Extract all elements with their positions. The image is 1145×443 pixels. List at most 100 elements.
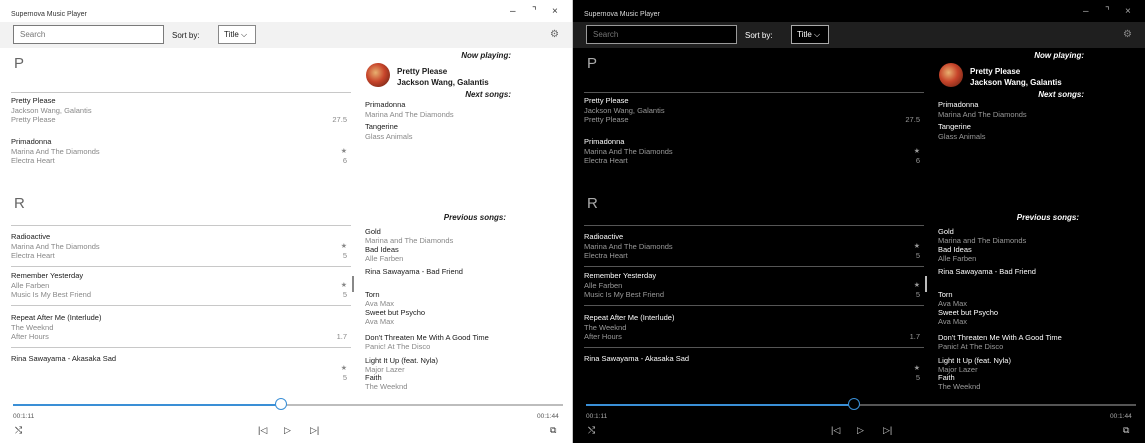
song-row[interactable]: Remember Yesterday Alle Farben Music Is … <box>11 271 351 309</box>
previous-song-artist: The Weeknd <box>938 382 981 391</box>
maximize-button[interactable]: ⌝ <box>1105 6 1110 17</box>
progress-thumb[interactable] <box>847 398 860 410</box>
song-row[interactable]: Pretty Please Jackson Wang, Galantis Pre… <box>11 96 351 134</box>
song-title: Rina Sawayama - Akasaka Sad <box>11 354 117 363</box>
play-icon[interactable]: ▷ <box>284 425 291 436</box>
shuffle-icon[interactable]: ⤭ <box>15 425 22 436</box>
song-artist: Jackson Wang, Galantis <box>11 106 92 115</box>
song-row[interactable]: Rina Sawayama - Akasaka Sad ★ 5 <box>11 354 351 392</box>
previous-song-title[interactable]: Torn <box>365 290 380 299</box>
gear-icon[interactable]: ⚙ <box>1123 29 1132 40</box>
search-input[interactable] <box>13 25 164 44</box>
group-letter-header[interactable]: R <box>587 195 598 212</box>
close-button[interactable]: × <box>552 6 558 17</box>
previous-song-title[interactable]: Faith <box>938 373 955 382</box>
star-icon[interactable]: ★ <box>341 364 347 372</box>
minimize-button[interactable]: – <box>510 6 516 17</box>
star-icon[interactable]: ★ <box>341 242 347 250</box>
song-artist: The Weeknd <box>584 323 627 332</box>
previous-song-artist: Marina and The Diamonds <box>938 236 1027 245</box>
next-icon[interactable]: ▷| <box>310 425 319 436</box>
now-playing-title: Pretty Please <box>397 67 448 76</box>
previous-song-title[interactable]: Don't Threaten Me With A Good Time <box>938 333 1062 342</box>
minimize-button[interactable]: – <box>1083 6 1089 17</box>
song-album: Music Is My Best Friend <box>11 290 92 299</box>
previous-song-title[interactable]: Sweet but Psycho <box>365 308 425 317</box>
previous-song-title[interactable]: Bad Ideas <box>938 245 972 254</box>
star-icon[interactable]: ★ <box>914 147 920 155</box>
next-song-title[interactable]: Primadonna <box>938 100 978 109</box>
next-song-title[interactable]: Tangerine <box>365 122 398 131</box>
star-icon[interactable]: ★ <box>914 281 920 289</box>
previous-song-title[interactable]: Light It Up (feat. Nyla) <box>938 356 1011 365</box>
search-input[interactable] <box>586 25 737 44</box>
miniplayer-icon[interactable]: ⧉ <box>550 425 556 436</box>
previous-song-title[interactable]: Rina Sawayama - Bad Friend <box>938 267 1036 276</box>
song-score: 1.7 <box>336 332 347 341</box>
previous-song-title[interactable]: Light It Up (feat. Nyla) <box>365 356 438 365</box>
previous-icon[interactable]: |◁ <box>258 425 267 436</box>
next-icon[interactable]: ▷| <box>883 425 892 436</box>
maximize-button[interactable]: ⌝ <box>532 6 537 17</box>
song-album: After Hours <box>584 332 622 341</box>
previous-song-title[interactable]: Rina Sawayama - Bad Friend <box>365 267 463 276</box>
previous-song-title[interactable]: Sweet but Psycho <box>938 308 998 317</box>
song-album: Pretty Please <box>11 115 56 124</box>
progress-slider[interactable] <box>13 398 563 410</box>
star-icon[interactable]: ★ <box>341 147 347 155</box>
close-button[interactable]: × <box>1125 6 1131 17</box>
song-row[interactable]: Primadonna Marina And The Diamonds Elect… <box>11 137 351 175</box>
song-row[interactable]: Repeat After Me (Interlude) The Weeknd A… <box>11 313 351 351</box>
star-icon[interactable]: ★ <box>341 281 347 289</box>
play-icon[interactable]: ▷ <box>857 425 864 436</box>
group-letter-header[interactable]: R <box>14 195 25 212</box>
row-divider <box>11 347 351 348</box>
previous-song-title[interactable]: Gold <box>365 227 381 236</box>
album-art <box>939 63 963 87</box>
previous-songs-heading: Previous songs: <box>1016 213 1079 222</box>
group-divider <box>584 225 924 226</box>
list-scrollbar[interactable] <box>925 276 927 292</box>
progress-slider[interactable] <box>586 398 1136 410</box>
next-songs-heading: Next songs: <box>465 90 511 99</box>
song-album: Electra Heart <box>11 251 55 260</box>
gear-icon[interactable]: ⚙ <box>550 29 559 40</box>
song-row[interactable]: Rina Sawayama - Akasaka Sad ★ 5 <box>584 354 924 392</box>
elapsed-time: 00:1:11 <box>586 413 608 420</box>
group-letter-header[interactable]: P <box>587 55 597 72</box>
song-row[interactable]: Primadonna Marina And The Diamonds Elect… <box>584 137 924 175</box>
song-album: Electra Heart <box>584 156 628 165</box>
progress-thumb[interactable] <box>274 398 287 410</box>
song-row[interactable]: Radioactive Marina And The Diamonds Elec… <box>584 232 924 270</box>
group-letter-header[interactable]: P <box>14 55 24 72</box>
song-title: Primadonna <box>11 137 52 146</box>
song-album: After Hours <box>11 332 49 341</box>
song-row[interactable]: Remember Yesterday Alle Farben Music Is … <box>584 271 924 309</box>
previous-song-title[interactable]: Don't Threaten Me With A Good Time <box>365 333 489 342</box>
shuffle-icon[interactable]: ⤭ <box>588 425 595 436</box>
next-song-title[interactable]: Primadonna <box>365 100 405 109</box>
next-song-title[interactable]: Tangerine <box>938 122 971 131</box>
previous-icon[interactable]: |◁ <box>831 425 840 436</box>
sort-dropdown[interactable]: Title ⌵ <box>791 25 829 44</box>
song-row[interactable]: Pretty Please Jackson Wang, Galantis Pre… <box>584 96 924 134</box>
previous-song-title[interactable]: Torn <box>938 290 953 299</box>
previous-song-title[interactable]: Bad Ideas <box>365 245 399 254</box>
song-artist: Marina And The Diamonds <box>584 147 673 156</box>
list-scrollbar[interactable] <box>352 276 354 292</box>
now-playing-heading: Now playing: <box>1034 51 1084 60</box>
sort-dropdown[interactable]: Title ⌵ <box>218 25 256 44</box>
star-icon[interactable]: ★ <box>914 242 920 250</box>
row-divider <box>11 266 351 267</box>
miniplayer-icon[interactable]: ⧉ <box>1123 425 1129 436</box>
song-title: Remember Yesterday <box>584 271 657 280</box>
star-icon[interactable]: ★ <box>914 364 920 372</box>
previous-song-artist: Ava Max <box>938 317 968 326</box>
previous-song-artist: Ava Max <box>365 299 395 308</box>
song-row[interactable]: Radioactive Marina And The Diamonds Elec… <box>11 232 351 270</box>
album-art <box>366 63 390 87</box>
sort-label: Sort by: <box>745 31 773 40</box>
previous-song-title[interactable]: Gold <box>938 227 954 236</box>
previous-song-title[interactable]: Faith <box>365 373 382 382</box>
song-row[interactable]: Repeat After Me (Interlude) The Weeknd A… <box>584 313 924 351</box>
